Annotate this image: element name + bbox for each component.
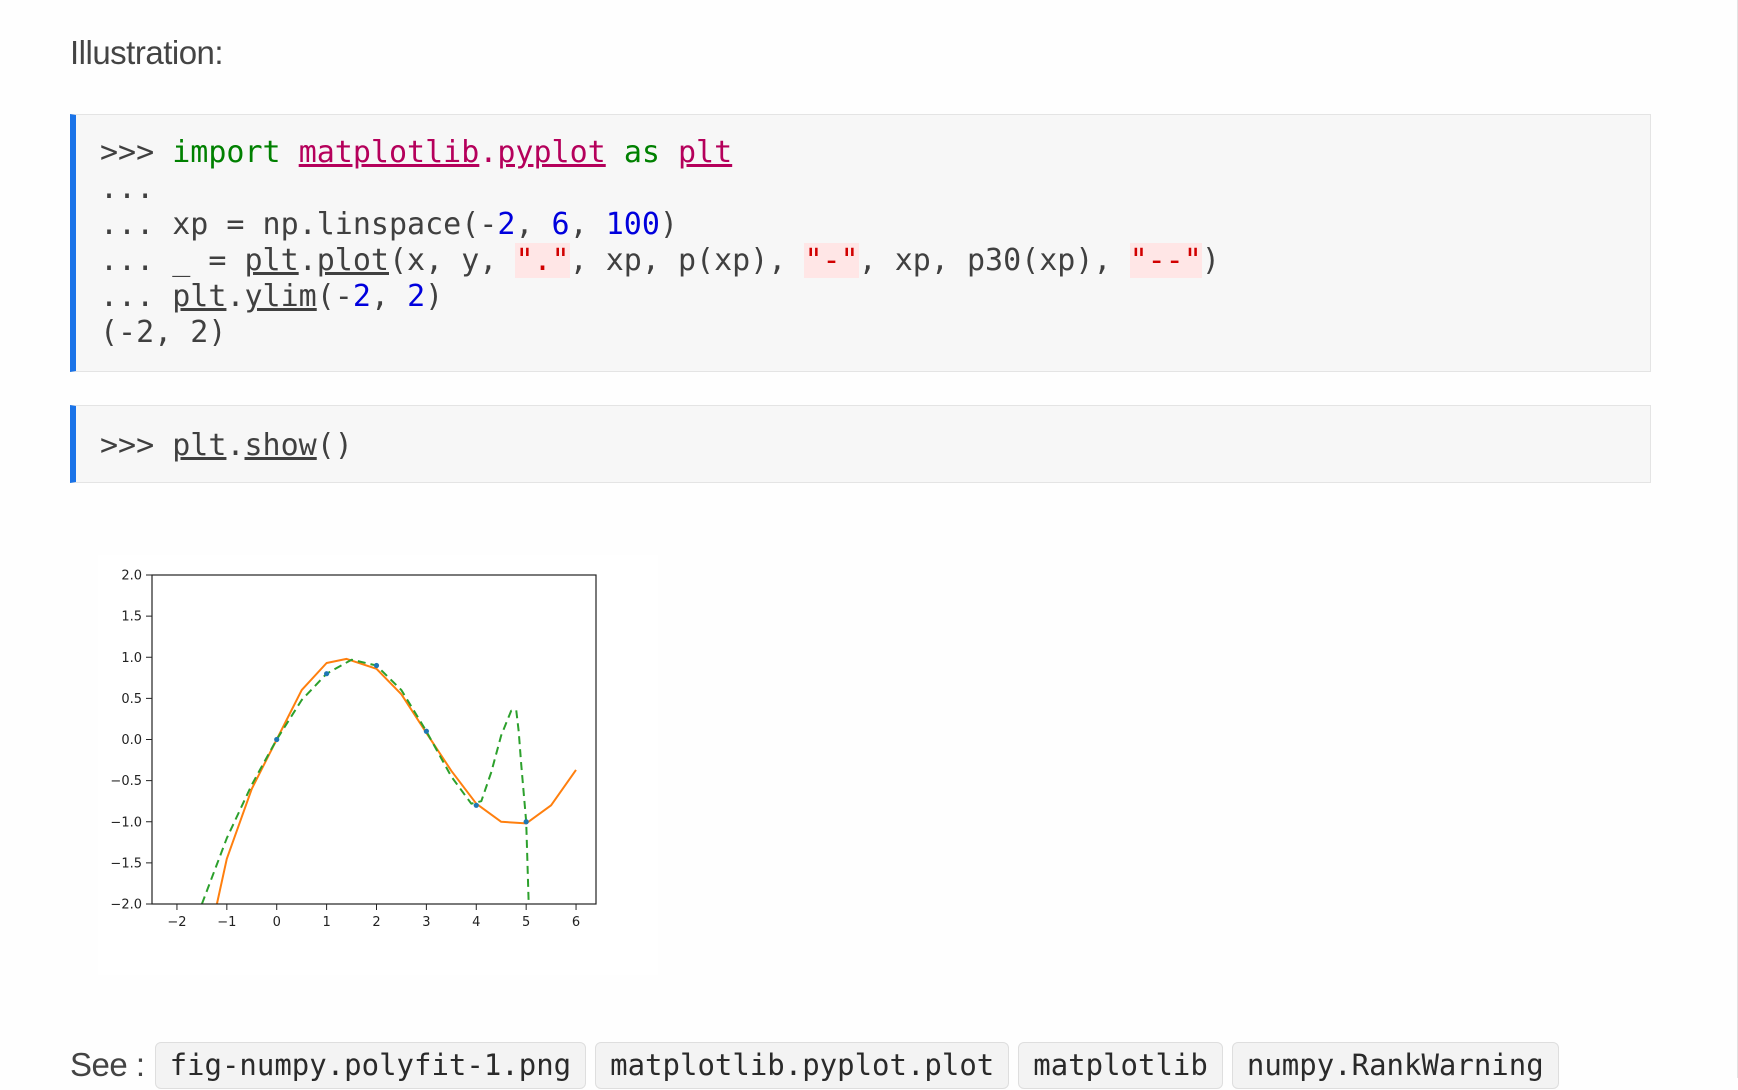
code-line: >>> import matplotlib.pyplot as plt [100, 135, 1650, 171]
x-tick-label: 1 [322, 915, 330, 930]
plot-figure: −2 −1 0 1 2 3 4 5 6 −2.0 −1.5 −1.0 −0.5 0.0 0.5 1.0 1.5 2… [98, 555, 658, 975]
code-text: ) [425, 279, 444, 314]
link-plt[interactable]: plt [172, 279, 226, 314]
y-tick-label: 0.5 [121, 692, 142, 707]
number: 2 [407, 279, 426, 314]
y-tick-label: 1.5 [121, 610, 142, 625]
data-point [473, 802, 479, 808]
keyword-as: as [623, 135, 660, 170]
code-text: (x, y, [389, 243, 516, 278]
figure-background [98, 555, 658, 975]
link-ylim[interactable]: ylim [245, 279, 317, 314]
code-line: ... plt.ylim(-2, 2) [100, 279, 1650, 315]
see-also-tag-matplotlib[interactable]: matplotlib [1018, 1041, 1223, 1089]
code-text: () [316, 428, 353, 463]
x-tick-label: 4 [472, 915, 480, 930]
continuation: ... [100, 171, 155, 206]
link-plot[interactable]: plot [317, 243, 389, 278]
dot: . [298, 243, 317, 278]
see-also-tag-plot[interactable]: matplotlib.pyplot.plot [595, 1041, 1010, 1089]
code-text: , [515, 207, 552, 242]
string-literal: "." [515, 243, 570, 278]
code-line: ... _ = plt.plot(x, y, ".", xp, p(xp), "… [100, 243, 1650, 279]
prompt: ... [100, 243, 173, 278]
number: 100 [605, 207, 660, 242]
data-point [423, 728, 429, 734]
see-also-label: See : [70, 1046, 145, 1083]
data-point [523, 819, 529, 825]
code-text: ) [1201, 243, 1220, 278]
prompt: ... [100, 207, 173, 242]
see-also-bar: See : fig-numpy.polyfit-1.png matplotlib… [70, 1040, 1568, 1090]
string-literal: "-" [804, 243, 859, 278]
output-text: (-2, 2) [100, 315, 227, 350]
x-tick-label: −1 [217, 915, 236, 930]
code-block-show[interactable]: >>> plt.show() [70, 405, 1651, 483]
dot: . [226, 279, 245, 314]
code-line: ... xp = np.linspace(-2, 6, 100) [100, 207, 1650, 243]
data-point [373, 662, 380, 669]
data-point [324, 671, 330, 677]
module-link-pyplot[interactable]: pyplot [497, 135, 605, 170]
code-text: _ = [172, 243, 245, 278]
code-line: >>> plt.show() [100, 428, 1650, 464]
prompt: ... [100, 279, 173, 314]
link-show[interactable]: show [245, 428, 317, 463]
prompt: >>> [100, 135, 173, 170]
number: 2 [497, 207, 516, 242]
y-tick-label: 2.0 [121, 569, 142, 584]
dot: . [226, 428, 245, 463]
code-text: , xp, p(xp), [569, 243, 805, 278]
section-heading: Illustration: [70, 34, 224, 71]
string-literal: "--" [1129, 243, 1202, 278]
code-text: xp = np.linspace(- [172, 207, 498, 242]
x-tick-label: 3 [422, 915, 430, 930]
y-tick-label: −1.5 [110, 856, 142, 871]
y-tick-label: −0.5 [110, 774, 142, 789]
number: 2 [352, 279, 371, 314]
link-plt[interactable]: plt [245, 243, 299, 278]
y-tick-label: 0.0 [121, 733, 142, 748]
see-also-tag-fig[interactable]: fig-numpy.polyfit-1.png [154, 1041, 587, 1089]
dot: . [479, 135, 498, 170]
y-tick-label: 1.0 [121, 651, 142, 666]
code-line: ... [100, 171, 1650, 207]
x-tick-label: −2 [167, 915, 186, 930]
code-text: , xp, p30(xp), [858, 243, 1130, 278]
code-text: ) [659, 207, 678, 242]
x-tick-label: 5 [522, 915, 530, 930]
see-also-tag-rankwarning[interactable]: numpy.RankWarning [1231, 1041, 1559, 1089]
code-output-line: (-2, 2) [100, 315, 1650, 351]
y-tick-label: −1.0 [110, 815, 142, 830]
code-text: , [569, 207, 606, 242]
x-tick-label: 6 [572, 915, 580, 930]
alias-link-plt[interactable]: plt [678, 135, 732, 170]
keyword-import: import [172, 135, 281, 170]
module-link-matplotlib[interactable]: matplotlib [299, 135, 480, 170]
x-tick-label: 2 [372, 915, 380, 930]
prompt: >>> [100, 428, 173, 463]
code-block-example[interactable]: >>> import matplotlib.pyplot as plt ... … [70, 114, 1651, 372]
x-tick-label: 0 [273, 915, 281, 930]
link-plt[interactable]: plt [172, 428, 226, 463]
number: 6 [551, 207, 570, 242]
y-tick-label: −2.0 [110, 898, 142, 913]
code-text: , [370, 279, 408, 314]
data-point [274, 736, 280, 743]
code-text: (- [316, 279, 353, 314]
